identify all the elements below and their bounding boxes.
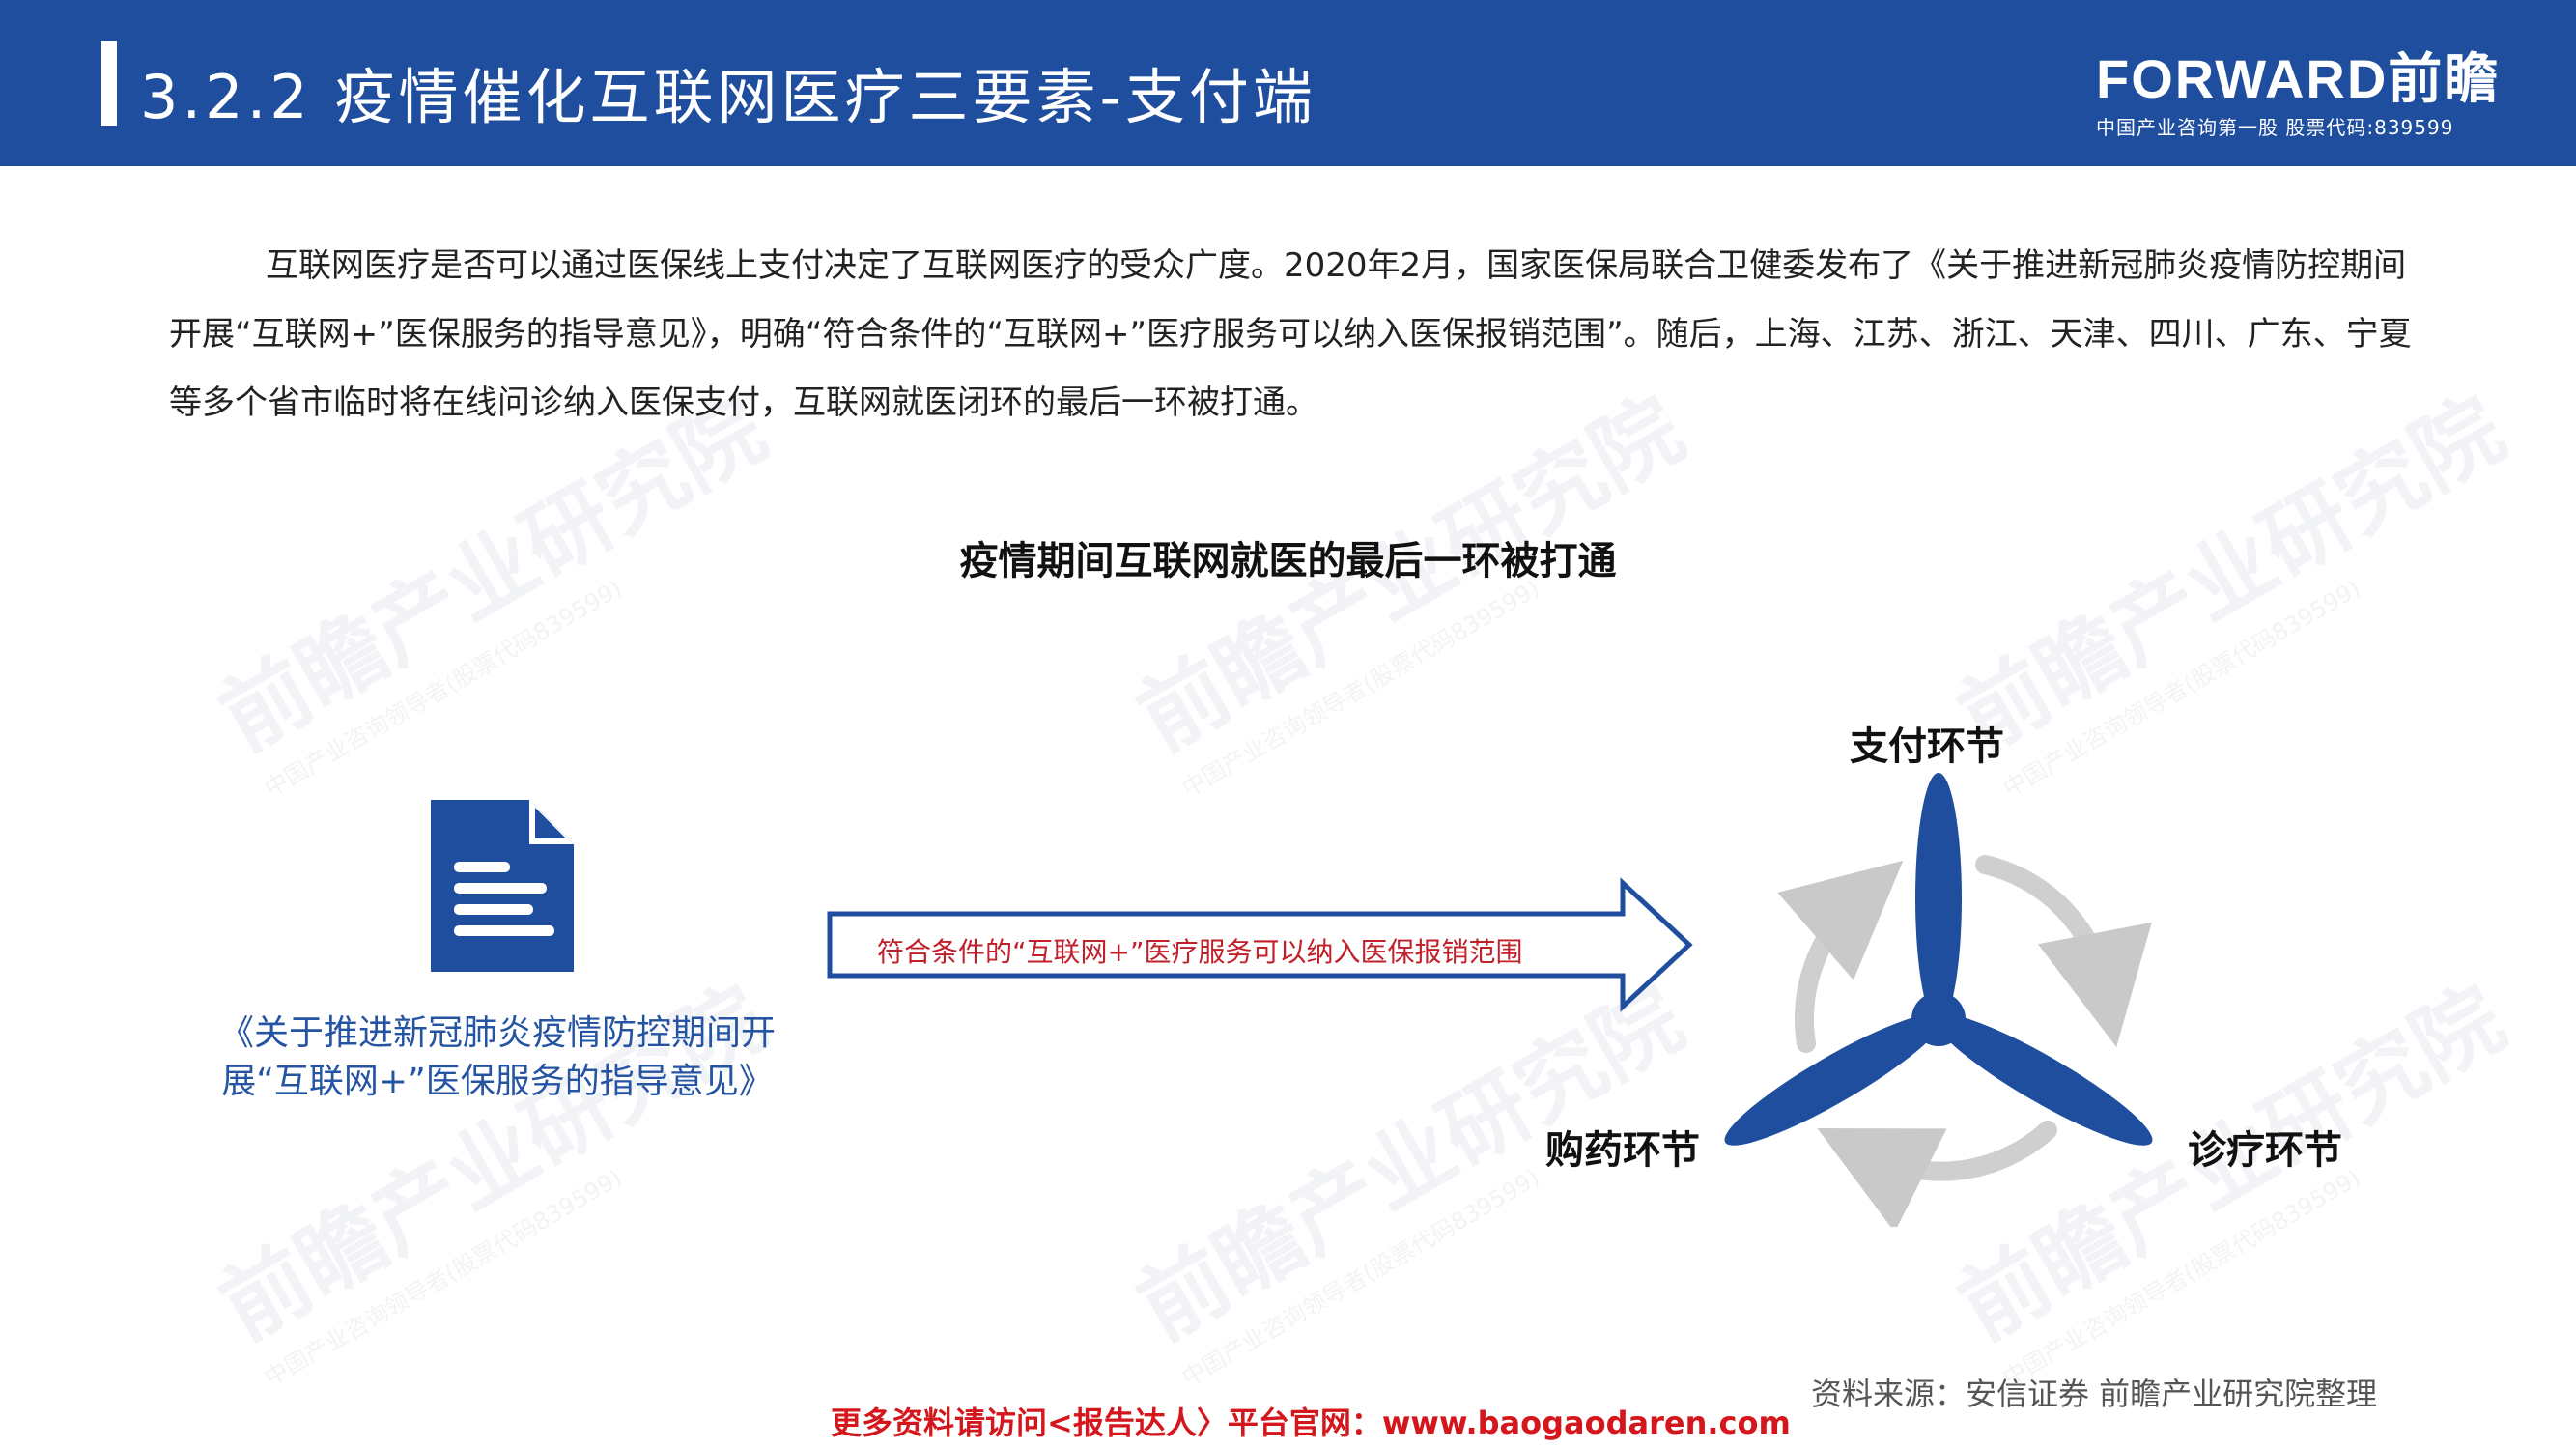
arrow-label: 符合条件的“互联网+”医疗服务可以纳入医保报销范围: [877, 936, 1523, 968]
header-accent-bar: [101, 41, 117, 126]
diagram-title: 疫情期间互联网就医的最后一环被打通: [959, 539, 1617, 583]
document-caption: 《关于推进新冠肺炎疫情防控期间开展“互联网+”医保服务的指导意见》: [218, 1013, 776, 1101]
brand-logo: FORWARD前瞻 中国产业咨询第一股 股票代码:839599: [2096, 50, 2502, 140]
stage-medicine: 购药环节: [1545, 1128, 1700, 1173]
brand-logo-text: FORWARD前瞻: [2096, 48, 2501, 109]
brand-subtitle: 中国产业咨询第一股 股票代码:839599: [2096, 116, 2454, 139]
source-note: 资料来源：安信证券 前瞻产业研究院整理: [1811, 1376, 2378, 1412]
footer-website-link[interactable]: 更多资料请访问<报告达人〉平台官网：www.baogaodaren.com: [831, 1399, 1791, 1443]
stage-diagnosis: 诊疗环节: [2188, 1128, 2342, 1173]
page-title: 3.2.2 疫情催化互联网医疗三要素-支付端: [140, 62, 1316, 132]
intro-paragraph: 互联网医疗是否可以通过医保线上支付决定了互联网医疗的受众广度。2020年2月，国…: [169, 246, 2412, 422]
document-icon: [431, 800, 574, 972]
header-banner: 3.2.2 疫情催化互联网医疗三要素-支付端 FORWARD前瞻 中国产业咨询第…: [0, 0, 2576, 166]
propeller-cycle-icon: [1724, 773, 2153, 1227]
stage-payment: 支付环节: [1850, 724, 2004, 769]
